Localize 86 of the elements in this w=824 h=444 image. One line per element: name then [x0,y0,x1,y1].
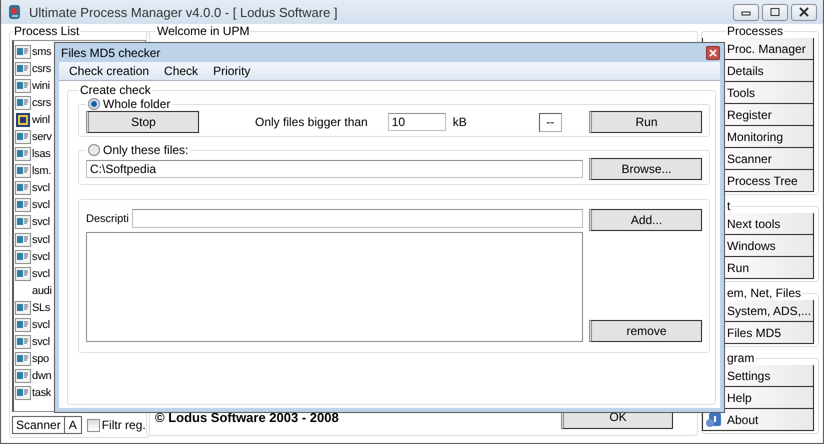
checks-list[interactable] [86,232,583,342]
add-button[interactable]: Add... [589,209,702,231]
window-icon [15,44,31,59]
window-title: Ultimate Process Manager v4.0.0 - [ Lodus Software ] [29,4,339,20]
process-name[interactable]: SLs [32,302,50,314]
maximize-icon [770,8,780,16]
group-title: Process List [13,24,80,38]
minimize-button[interactable] [733,4,759,20]
group-title: gram [726,351,756,365]
process-name[interactable]: lsas [32,148,50,160]
process-name[interactable]: wini [32,80,50,92]
menu-item[interactable]: Priority [213,64,250,78]
process-name[interactable]: lsm. [32,165,51,178]
window-icon [15,386,31,400]
logo-icon [15,112,31,127]
group-title: t [726,199,732,213]
process-name[interactable]: svcl [32,319,50,332]
status-field: -- [538,112,562,132]
menu-item[interactable]: Check creation [69,64,150,78]
description-label: Descripti [86,212,129,224]
stop-button[interactable]: Stop [86,111,199,133]
process-name[interactable]: svcl [32,182,50,194]
window-icon [15,318,31,332]
window-icon [15,215,31,230]
group-title: Welcome in UPM [156,24,250,38]
radio-button[interactable] [88,98,100,110]
window-icon [15,181,31,196]
process-name[interactable]: task [32,387,51,400]
size-field[interactable]: 10 [388,113,446,131]
run-button[interactable]: Run [589,111,702,133]
process-name[interactable]: winl [32,114,50,126]
process-name[interactable]: svcl [32,268,50,280]
scanner-letter: A [68,417,78,433]
process-name[interactable]: svcl [32,336,50,348]
maximize-button[interactable] [762,4,788,20]
process-name[interactable]: svcl [32,234,50,246]
size-label: Only files bigger than [255,115,368,129]
window-icon [15,198,31,212]
scanner-box[interactable]: Scanner A [12,416,82,434]
close-icon [798,7,810,17]
window-icon [15,335,31,350]
radio-label: Only these files: [103,143,188,157]
window-icon [15,96,31,110]
process-name[interactable]: csrs [32,96,51,109]
window-icon [15,300,31,315]
process-name[interactable]: svcl [32,250,50,263]
unit-label: kB [452,115,467,129]
process-name[interactable]: svcl [32,199,50,212]
app-icon [7,4,23,20]
remove-button[interactable]: remove [589,320,702,342]
radio-label: Whole folder [103,97,170,111]
window-icon [15,164,31,178]
process-name[interactable]: dwn [32,370,52,382]
radio-button[interactable] [88,144,100,156]
window-icon [15,352,31,366]
group-title: Create check [79,83,152,97]
checkbox-label: Filtr reg. [102,418,146,432]
window-icon [15,266,31,281]
process-name[interactable]: csrs [32,62,51,75]
dialog-title: Files MD5 checker [60,46,160,60]
side-button[interactable]: About [702,409,814,431]
close-button[interactable] [791,4,817,20]
path-field[interactable]: C:\Softpedia [86,160,583,178]
browse-button[interactable]: Browse... [589,158,702,180]
close-button[interactable] [706,46,720,60]
copyright-text: © Lodus Software 2003 - 2008 [155,410,340,424]
process-name[interactable]: spo [32,353,49,366]
window-icon [15,78,31,93]
process-name[interactable]: audi [32,284,52,297]
group-title: Processes [726,24,784,38]
close-icon [709,48,717,56]
window-icon [15,62,31,76]
process-name[interactable]: serv [32,131,52,144]
menu-item[interactable]: Check [164,64,198,78]
group-title: em, Net, Files [726,286,802,300]
process-name[interactable]: svcl [32,216,50,228]
window-icon [15,147,31,162]
window-icon [15,250,31,264]
window-icon [15,232,31,247]
window-icon [15,369,31,384]
scanner-label: Scanner [13,417,65,433]
description-field[interactable] [132,209,583,228]
info-icon [705,412,723,428]
process-name[interactable]: sms [32,46,52,58]
window-icon [15,130,31,144]
checkbox[interactable] [86,418,100,432]
